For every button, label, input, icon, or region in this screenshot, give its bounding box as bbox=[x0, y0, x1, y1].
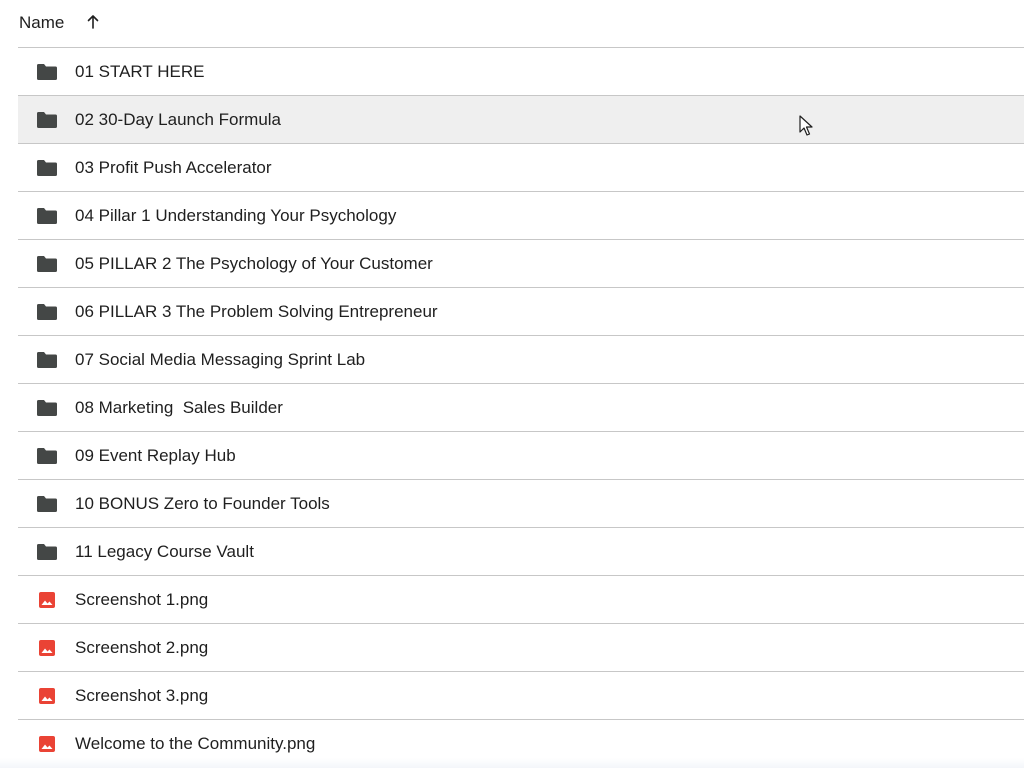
list-header: Name bbox=[18, 0, 1024, 48]
name-column-header[interactable]: Name bbox=[19, 13, 64, 33]
folder-icon bbox=[36, 303, 58, 321]
list-item-label: Screenshot 1.png bbox=[75, 590, 209, 609]
folder-icon bbox=[36, 207, 58, 225]
list-item[interactable]: 08 Marketing Sales Builder bbox=[18, 384, 1024, 432]
arrow-up-icon[interactable] bbox=[86, 14, 100, 30]
list-item-label: 02 30-Day Launch Formula bbox=[75, 110, 282, 129]
list-item-label: 01 START HERE bbox=[75, 62, 205, 81]
folder-icon bbox=[36, 447, 58, 465]
image-file-icon bbox=[36, 639, 58, 657]
image-file-icon bbox=[36, 735, 58, 753]
list-item-label: 11 Legacy Course Vault bbox=[75, 542, 254, 561]
list-item-label: 08 Marketing Sales Builder bbox=[75, 398, 283, 417]
list-item-label: 09 Event Replay Hub bbox=[75, 446, 236, 465]
list-item[interactable]: Screenshot 2.png bbox=[18, 624, 1024, 672]
list-item-label: 03 Profit Push Accelerator bbox=[75, 158, 272, 177]
folder-icon bbox=[36, 255, 58, 273]
list-item-label: 10 BONUS Zero to Founder Tools bbox=[75, 494, 330, 513]
folder-icon bbox=[36, 111, 58, 129]
list-item-label: 07 Social Media Messaging Sprint Lab bbox=[75, 350, 366, 369]
file-rows: 01 START HERE 02 30-Day Launch Formula 03 … bbox=[18, 48, 1024, 768]
list-item[interactable]: 11 Legacy Course Vault bbox=[18, 528, 1024, 576]
image-file-icon bbox=[36, 591, 58, 609]
list-item[interactable]: 02 30-Day Launch Formula bbox=[18, 96, 1024, 144]
list-item-label: Screenshot 3.png bbox=[75, 686, 209, 705]
list-item[interactable]: Screenshot 1.png bbox=[18, 576, 1024, 624]
list-item[interactable]: 01 START HERE bbox=[18, 48, 1024, 96]
list-item[interactable]: 05 PILLAR 2 The Psychology of Your Custo… bbox=[18, 240, 1024, 288]
folder-icon bbox=[36, 351, 58, 369]
list-item[interactable]: 04 Pillar 1 Understanding Your Psycholog… bbox=[18, 192, 1024, 240]
list-item[interactable]: Screenshot 3.png bbox=[18, 672, 1024, 720]
file-list: Name 01 START HERE 02 30-Day Launch Formu… bbox=[0, 0, 1024, 768]
image-file-icon bbox=[36, 687, 58, 705]
folder-icon bbox=[36, 399, 58, 417]
list-item[interactable]: 06 PILLAR 3 The Problem Solving Entrepre… bbox=[18, 288, 1024, 336]
list-item[interactable]: 09 Event Replay Hub bbox=[18, 432, 1024, 480]
folder-icon bbox=[36, 63, 58, 81]
list-item[interactable]: 10 BONUS Zero to Founder Tools bbox=[18, 480, 1024, 528]
mouse-cursor-icon bbox=[799, 115, 813, 137]
list-item-label: 05 PILLAR 2 The Psychology of Your Custo… bbox=[75, 254, 433, 273]
list-item-label: Welcome to the Community.png bbox=[75, 734, 316, 753]
list-item-label: Screenshot 2.png bbox=[75, 638, 209, 657]
bottom-edge bbox=[0, 758, 1024, 768]
folder-icon bbox=[36, 543, 58, 561]
list-item-label: 04 Pillar 1 Understanding Your Psycholog… bbox=[75, 206, 397, 225]
folder-icon bbox=[36, 159, 58, 177]
list-item[interactable]: 07 Social Media Messaging Sprint Lab bbox=[18, 336, 1024, 384]
folder-icon bbox=[36, 495, 58, 513]
list-item-label: 06 PILLAR 3 The Problem Solving Entrepre… bbox=[75, 302, 438, 321]
list-item[interactable]: 03 Profit Push Accelerator bbox=[18, 144, 1024, 192]
